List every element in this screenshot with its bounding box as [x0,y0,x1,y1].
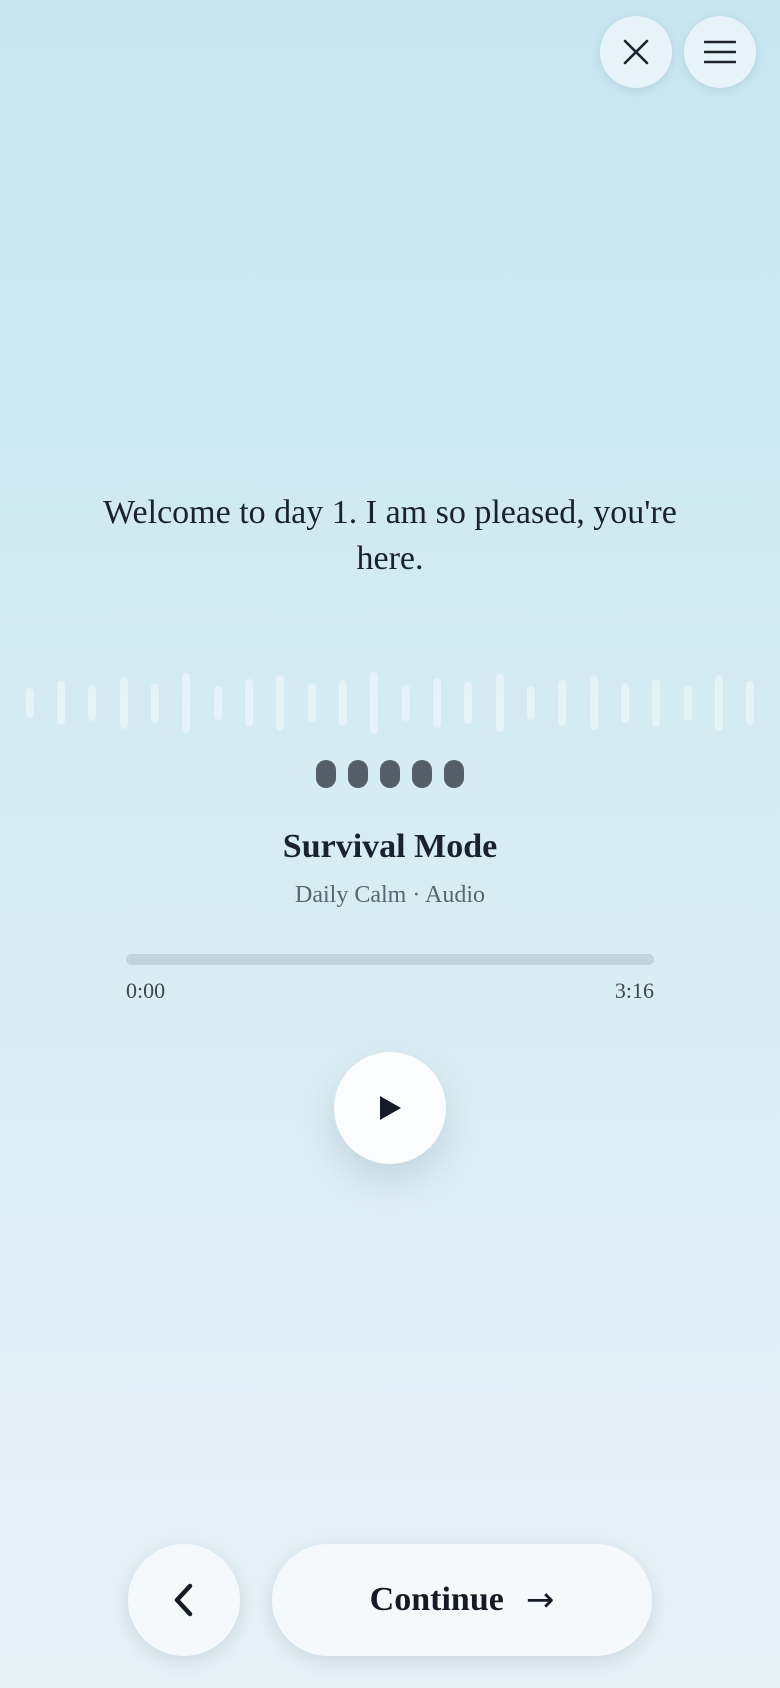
waveform-bar [683,685,692,721]
waveform-bar [244,679,253,727]
loading-dots [0,760,780,788]
waveform-bar [276,675,285,731]
track-title: Survival Mode [282,828,498,865]
waveform-bar [495,674,504,732]
waveform-bar [620,683,629,723]
waveform-bar [213,686,222,720]
audio-waveform [0,666,780,740]
waveform-bar [714,675,723,731]
duration: 3:16 [614,978,654,1003]
arrow-right-icon: → [525,1580,555,1620]
waveform-bar [652,679,661,727]
waveform-bar [338,680,347,726]
loading-dot [444,760,464,788]
waveform-bar [150,683,159,723]
close-button[interactable] [600,16,672,88]
continue-label: Continue [369,1581,504,1618]
waveform-bar [25,688,34,718]
loading-dot [412,760,432,788]
welcome-message: Welcome to day 1. I am so pleased, you'r… [103,494,677,577]
close-icon [623,39,649,65]
play-icon [380,1096,401,1120]
loading-dot [348,760,368,788]
play-button[interactable] [334,1052,446,1164]
waveform-bar [182,673,191,733]
waveform-bar [307,684,316,722]
back-button[interactable] [128,1544,240,1656]
waveform-bar [464,682,473,724]
waveform-bar [119,677,128,729]
waveform-bar [56,681,65,725]
waveform-bar [370,672,379,734]
waveform-bar [88,685,97,721]
waveform-bar [589,676,598,730]
waveform-bar [558,680,567,726]
loading-dot [316,760,336,788]
waveform-bar [746,681,755,725]
continue-button[interactable]: Continue → [272,1544,652,1656]
waveform-bar [526,686,535,720]
progress-bar[interactable] [126,954,654,965]
menu-button[interactable] [684,16,756,88]
loading-dot [380,760,400,788]
current-time: 0:00 [126,978,166,1003]
waveform-bar [401,685,410,721]
waveform-bar [432,678,441,728]
hamburger-menu-icon [704,40,736,64]
chevron-left-icon [174,1583,193,1617]
track-subtitle: Daily Calm · Audio [295,882,485,908]
